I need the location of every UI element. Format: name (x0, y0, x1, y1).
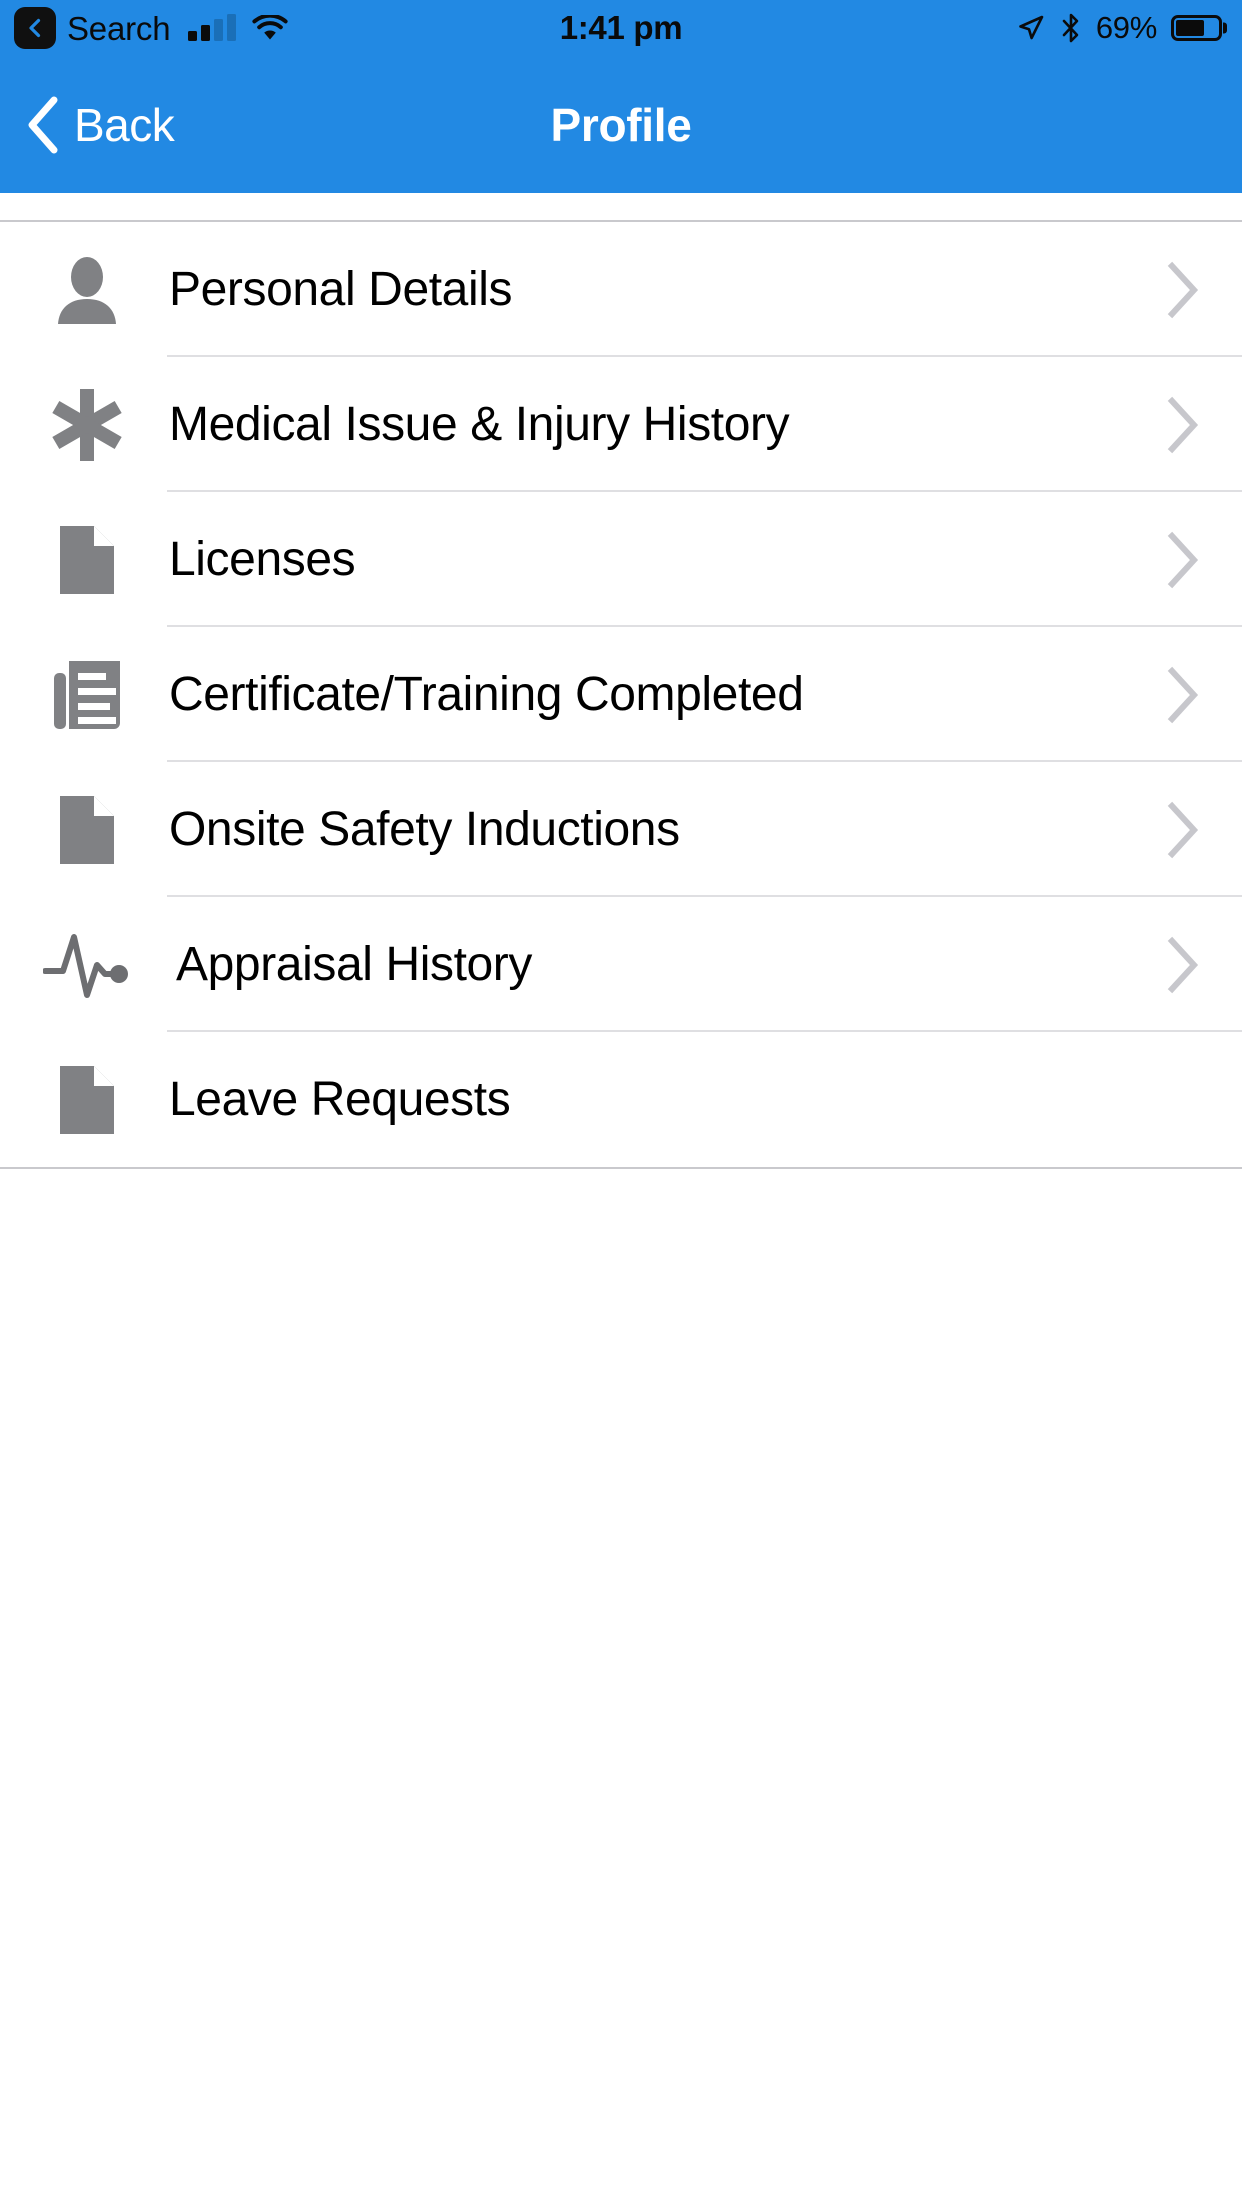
list-top-spacer (0, 193, 1242, 220)
list-item-label: Medical Issue & Injury History (169, 397, 790, 451)
chevron-right-icon[interactable] (1124, 801, 1242, 859)
navigation-bar: Back Profile (0, 56, 1242, 193)
document-icon (0, 1032, 167, 1167)
list-item-appraisal-history[interactable]: Appraisal History (0, 897, 1242, 1032)
pulse-line-icon (0, 897, 167, 1032)
list-item-label: Licenses (169, 532, 356, 586)
battery-percent-label: 69% (1095, 10, 1157, 45)
list-item-label: Leave Requests (169, 1072, 511, 1126)
chevron-right-icon[interactable] (1124, 396, 1242, 454)
status-bar-right: 69% (1016, 0, 1222, 56)
bluetooth-icon (1062, 13, 1079, 43)
document-icon (0, 762, 167, 897)
certificate-list-icon (0, 627, 167, 762)
battery-icon (1171, 15, 1222, 41)
location-arrow-icon (1019, 15, 1044, 40)
list-item-medical-issue-injury-history[interactable]: Medical Issue & Injury History (0, 357, 1242, 492)
profile-menu-list: Personal Details Medical Issue & Injury … (0, 220, 1242, 1169)
list-item-certificate-training-completed[interactable]: Certificate/Training Completed (0, 627, 1242, 762)
list-item-label: Appraisal History (176, 937, 532, 991)
chevron-right-icon[interactable] (1124, 666, 1242, 724)
list-item-leave-requests[interactable]: Leave Requests (0, 1032, 1242, 1167)
chevron-right-icon[interactable] (1124, 261, 1242, 319)
page-title: Profile (550, 98, 692, 151)
chevron-right-icon[interactable] (1124, 936, 1242, 994)
content-area: Personal Details Medical Issue & Injury … (0, 193, 1242, 2208)
document-icon (0, 492, 167, 627)
phone-screen: Search 1:41 pm 69% Back Profile Personal… (0, 0, 1242, 2208)
list-item-label: Certificate/Training Completed (169, 667, 804, 721)
person-icon (0, 222, 167, 357)
list-item-label: Onsite Safety Inductions (169, 802, 680, 856)
list-item-licenses[interactable]: Licenses (0, 492, 1242, 627)
list-item-onsite-safety-inductions[interactable]: Onsite Safety Inductions (0, 762, 1242, 897)
asterisk-medical-icon (0, 357, 167, 492)
chevron-right-icon[interactable] (1124, 531, 1242, 589)
list-item-personal-details[interactable]: Personal Details (0, 222, 1242, 357)
list-item-label: Personal Details (169, 262, 513, 316)
status-bar: Search 1:41 pm 69% (0, 0, 1242, 56)
